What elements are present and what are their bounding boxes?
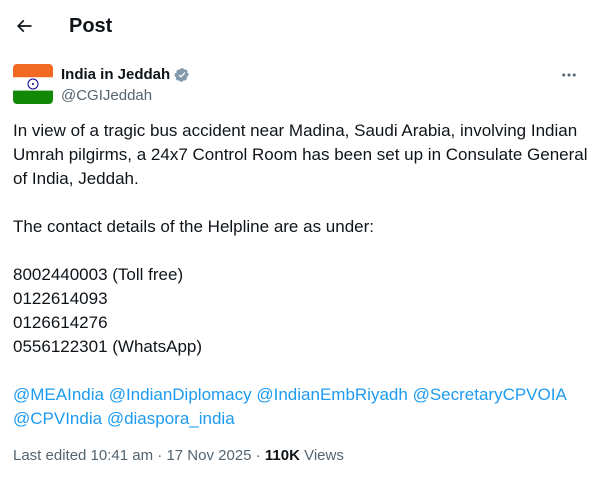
back-button[interactable] [10, 12, 38, 40]
author-name[interactable]: India in Jeddah [61, 65, 170, 85]
page-title: Post [69, 15, 113, 37]
mention-link[interactable]: @diaspora_india [107, 409, 235, 428]
separator: · [157, 447, 163, 464]
post-date[interactable]: 17 Nov 2025 [166, 447, 251, 464]
mentions: @MEAIndia @IndianDiplomacy @IndianEmbRiy… [13, 383, 588, 431]
avatar[interactable] [13, 64, 53, 104]
india-flag-icon [13, 64, 53, 104]
mention-link[interactable]: @CPVIndia [13, 409, 102, 428]
author-name-row[interactable]: India in Jeddah [61, 65, 190, 85]
phone-number: 8002440003 (Toll free) [13, 265, 184, 284]
post-paragraph: The contact details of the Helpline are … [13, 217, 374, 236]
separator: · [255, 447, 261, 464]
phone-number: 0556122301 (WhatsApp) [13, 337, 203, 356]
views-label: Views [304, 447, 344, 464]
post-meta: Last edited 10:41 am · 17 Nov 2025 · 110… [13, 446, 344, 466]
arrow-left-icon [16, 19, 32, 33]
phone-number: 0126614276 [13, 313, 108, 332]
more-horizontal-icon [562, 73, 576, 77]
author-handle[interactable]: @CGIJeddah [61, 86, 152, 106]
edited-timestamp[interactable]: Last edited 10:41 am [13, 447, 153, 464]
post-header: Post [0, 0, 596, 52]
phone-number: 0122614093 [13, 289, 108, 308]
mention-link[interactable]: @SecretaryCPVOIA [413, 385, 566, 404]
mention-link[interactable]: @IndianEmbRiyadh [256, 385, 407, 404]
more-options-button[interactable] [556, 64, 582, 86]
verified-badge-icon [174, 68, 190, 82]
mention-link[interactable]: @IndianDiplomacy [109, 385, 252, 404]
post-paragraph: In view of a tragic bus accident near Ma… [13, 121, 588, 188]
views-count: 110K [264, 447, 300, 464]
mention-link[interactable]: @MEAIndia [13, 385, 104, 404]
post-text: In view of a tragic bus accident near Ma… [13, 119, 588, 431]
